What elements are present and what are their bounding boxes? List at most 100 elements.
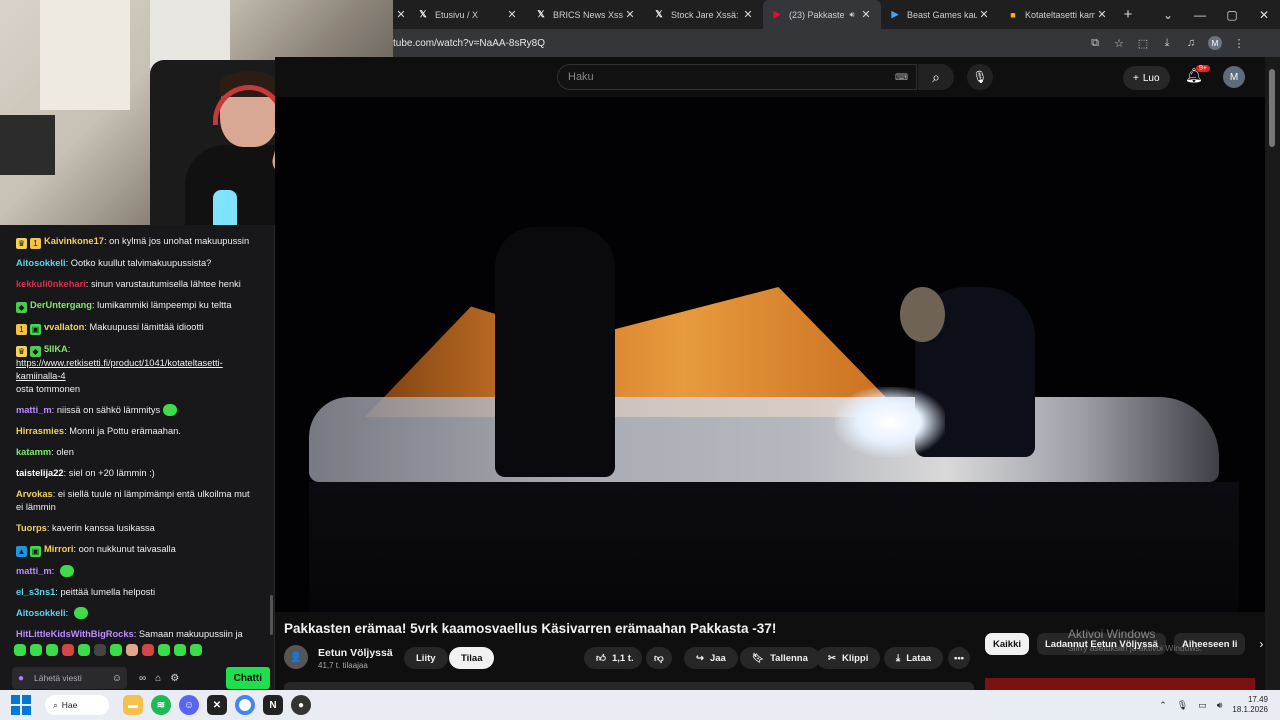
emote[interactable] xyxy=(78,644,90,656)
emote[interactable] xyxy=(163,404,178,416)
chat-username[interactable]: taistelija22 xyxy=(16,468,64,478)
emote[interactable] xyxy=(190,644,202,656)
close-icon[interactable]: ✕ xyxy=(859,8,873,21)
volume-icon[interactable]: 🔊︎ xyxy=(1217,700,1223,711)
account-avatar[interactable]: M xyxy=(1223,66,1245,88)
chat-username[interactable]: Hirrasmies xyxy=(16,426,64,436)
more-actions-button[interactable]: ••• xyxy=(948,647,970,669)
gem-badge-icon[interactable]: ◆ xyxy=(16,302,27,313)
extensions-icon[interactable]: ⬚ xyxy=(1136,37,1150,50)
profile-avatar[interactable]: M xyxy=(1208,36,1222,50)
gift-badge-icon[interactable]: ▣ xyxy=(30,324,41,335)
emote[interactable] xyxy=(46,644,58,656)
chat-username[interactable]: Mirrori xyxy=(44,544,73,554)
windows-start-icon[interactable] xyxy=(11,695,31,715)
cast-icon[interactable]: ⧉ xyxy=(1088,37,1102,50)
chat-username[interactable]: matti_m xyxy=(16,405,52,415)
dislike-button[interactable]: 👎︎ xyxy=(646,647,672,669)
emote[interactable] xyxy=(14,644,26,656)
chat-username[interactable]: vvallaton xyxy=(44,322,84,332)
app-icon[interactable]: ● xyxy=(291,695,311,715)
tab[interactable]: 𝕏 Etusivu / X ✕ xyxy=(409,0,527,29)
subscribe-button[interactable]: Tilaa xyxy=(449,647,495,669)
emote[interactable] xyxy=(30,644,42,656)
chevron-right-icon[interactable]: › xyxy=(1259,637,1263,651)
mic-icon[interactable]: 🎙︎ xyxy=(1177,700,1188,711)
close-icon[interactable]: ✕ xyxy=(1095,8,1109,21)
emote[interactable] xyxy=(110,644,122,656)
network-icon[interactable]: ▭ xyxy=(1198,700,1207,711)
bits-icon[interactable]: ∞ xyxy=(139,673,146,684)
download-icon[interactable]: ⤓ xyxy=(1160,37,1174,50)
chat-username[interactable]: kekkuli0nkehari xyxy=(16,279,86,289)
tier-badge-icon[interactable]: 1 xyxy=(30,238,41,249)
chat-username[interactable]: Kaivinkone17 xyxy=(44,236,104,246)
video-player[interactable] xyxy=(275,97,1265,612)
file-explorer-icon[interactable]: ▬ xyxy=(123,695,143,715)
chrome-icon[interactable] xyxy=(235,695,255,715)
chevron-up-icon[interactable]: ⌃ xyxy=(1159,700,1167,711)
gear-icon[interactable]: ⚙ xyxy=(170,673,179,684)
emote[interactable] xyxy=(62,644,74,656)
gift-badge-icon[interactable]: ▣ xyxy=(30,546,41,557)
clip-button[interactable]: ✂ Klippi xyxy=(816,647,881,669)
save-button[interactable]: 🔖︎ Tallenna xyxy=(740,647,820,669)
emote[interactable] xyxy=(73,607,88,619)
chat-send-button[interactable]: Chatti xyxy=(225,667,270,689)
obs-icon[interactable]: N xyxy=(263,695,283,715)
prime-badge-icon[interactable]: ▲ xyxy=(16,546,27,557)
speaker-icon[interactable]: 🔊︎ xyxy=(845,10,859,20)
chat-username[interactable]: DerUntergang xyxy=(30,300,92,310)
close-icon[interactable]: ✕ xyxy=(977,8,991,21)
emote[interactable] xyxy=(94,644,106,656)
emote[interactable] xyxy=(142,644,154,656)
emote[interactable] xyxy=(59,565,74,577)
chat-username[interactable]: 5IIKA xyxy=(44,344,68,354)
minimize-icon[interactable]: — xyxy=(1184,8,1216,22)
capcut-icon[interactable]: ✕ xyxy=(207,695,227,715)
channel-name[interactable]: Eetun Völjyssä xyxy=(318,647,393,659)
close-icon[interactable]: ✕ xyxy=(393,8,409,21)
close-window-icon[interactable]: ✕ xyxy=(1248,8,1280,22)
crown-badge-icon[interactable]: ♛ xyxy=(16,238,27,249)
close-icon[interactable]: ✕ xyxy=(505,8,519,21)
close-icon[interactable]: ✕ xyxy=(741,8,755,21)
download-button[interactable]: ⤓ Lataa xyxy=(884,647,944,669)
share-button[interactable]: ↪ Jaa xyxy=(684,647,738,669)
maximize-icon[interactable]: ▢ xyxy=(1216,8,1248,22)
search-input[interactable]: Haku ⌨ xyxy=(557,64,917,90)
tab[interactable]: 𝕏 Stock Jare Xssä: "Ai✕ xyxy=(645,0,763,29)
voice-search-button[interactable]: 🎙 xyxy=(967,64,993,90)
star-icon[interactable]: ☆ xyxy=(1112,37,1126,50)
discord-icon[interactable]: ☺ xyxy=(179,695,199,715)
spotify-icon[interactable]: ≋ xyxy=(151,695,171,715)
tab[interactable]: ▶ (23) Pakkasten e🔊︎✕ xyxy=(763,0,881,29)
chevron-down-icon[interactable]: ⌄ xyxy=(1152,8,1184,22)
tab[interactable]: ■ Kotateltasetti kami ✕ xyxy=(999,0,1117,29)
create-button[interactable]: + Luo xyxy=(1123,66,1170,90)
recommended-thumbnail[interactable] xyxy=(985,678,1255,690)
tier-badge-icon[interactable]: 1 xyxy=(16,324,27,335)
search-button[interactable]: ⌕ xyxy=(918,64,954,90)
mic-icon[interactable]: ● xyxy=(18,673,24,684)
store-icon[interactable]: ⌂ xyxy=(155,673,161,684)
media-icon[interactable]: ♫ xyxy=(1184,37,1198,49)
crown-badge-icon[interactable]: ♛ xyxy=(16,346,27,357)
chat-username[interactable]: matti_m xyxy=(16,566,52,576)
chat-scrollbar[interactable] xyxy=(270,595,273,635)
more-vert-icon[interactable]: ⋮ xyxy=(1232,37,1246,50)
close-icon[interactable]: ✕ xyxy=(623,8,637,21)
chat-username[interactable]: Aitosokkeli xyxy=(16,258,66,268)
chat-username[interactable]: HitLittleKidsWithBigRocks xyxy=(16,629,134,639)
chip-all[interactable]: Kaikki xyxy=(985,633,1029,655)
taskbar-search[interactable]: ⌕ Hae xyxy=(45,695,109,715)
like-button[interactable]: 👍︎ 1,1 t. xyxy=(584,647,642,669)
url-field[interactable]: tube.com/watch?v=NaAA-8sRy8Q xyxy=(393,38,1088,49)
emote[interactable] xyxy=(174,644,186,656)
clock[interactable]: 17.49 18.1.2026 xyxy=(1232,695,1268,715)
chat-message-list[interactable]: ♛ 1 Kaivinkone17: on kylmä jos unohat maku… xyxy=(0,231,270,639)
channel-avatar[interactable]: 👤 xyxy=(284,645,308,669)
chat-username[interactable]: katamm xyxy=(16,447,51,457)
chat-username[interactable]: Aitosokkeli xyxy=(16,608,66,618)
emoji-icon[interactable]: ☺ xyxy=(112,673,122,684)
